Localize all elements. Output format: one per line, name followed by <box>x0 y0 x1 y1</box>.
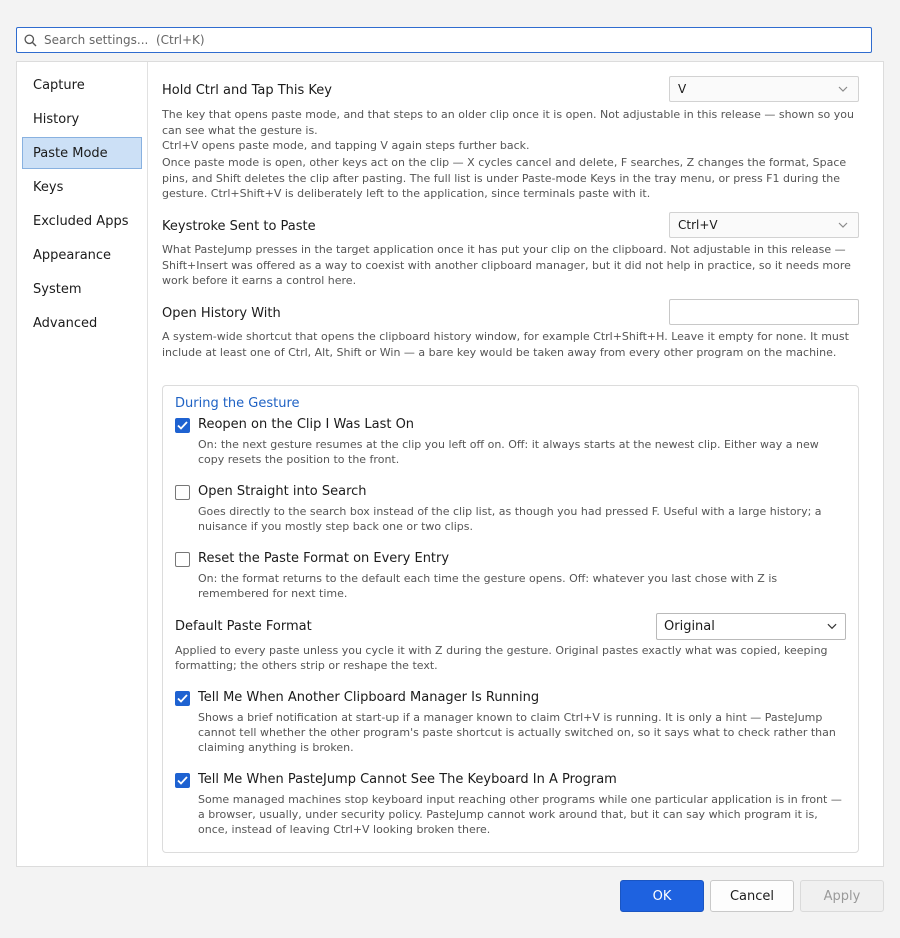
sidebar-item-label: Capture <box>33 77 85 93</box>
sidebar-item-system[interactable]: System <box>22 273 142 305</box>
hold-key-value: V <box>678 82 687 96</box>
hold-key-description: The key that opens paste mode, and that … <box>162 108 854 137</box>
sidebar: Capture History Paste Mode Keys Excluded… <box>17 62 148 866</box>
sidebar-item-capture[interactable]: Capture <box>22 69 142 101</box>
reopen-last-clip-checkbox[interactable] <box>175 418 190 433</box>
keystroke-title: Keystroke Sent to Paste <box>162 219 316 234</box>
sidebar-item-appearance[interactable]: Appearance <box>22 239 142 271</box>
sidebar-item-label: Paste Mode <box>33 145 108 161</box>
paste-mode-keys-description: Once paste mode is open, other keys act … <box>162 156 847 200</box>
reset-format-checkbox[interactable] <box>175 552 190 567</box>
reopen-last-clip-label: Reopen on the Clip I Was Last On <box>198 417 415 432</box>
checkmark-icon <box>177 776 188 785</box>
checkmark-icon <box>177 421 188 430</box>
open-history-title: Open History With <box>162 306 281 321</box>
search-input[interactable] <box>43 29 871 51</box>
chevron-down-icon <box>827 622 837 632</box>
open-into-search-label: Open Straight into Search <box>198 484 367 499</box>
reset-format-description: On: the format returns to the default ea… <box>198 572 778 600</box>
other-manager-notice-checkbox[interactable] <box>175 691 190 706</box>
sidebar-item-label: System <box>33 281 82 297</box>
during-gesture-group: During the Gesture Reopen on the Clip I … <box>162 385 859 853</box>
sidebar-item-advanced[interactable]: Advanced <box>22 307 142 339</box>
sidebar-item-excluded-apps[interactable]: Excluded Apps <box>22 205 142 237</box>
chevron-down-icon <box>838 84 848 94</box>
open-into-search-checkbox[interactable] <box>175 485 190 500</box>
default-format-description: Applied to every paste unless you cycle … <box>175 644 828 672</box>
open-into-search-description: Goes directly to the search box instead … <box>198 505 822 533</box>
sidebar-item-label: Advanced <box>33 315 98 331</box>
keystroke-dropdown[interactable]: Ctrl+V <box>669 212 859 238</box>
sidebar-item-label: History <box>33 111 80 127</box>
hold-key-dropdown[interactable]: V <box>669 76 859 102</box>
keyboard-blocked-notice-checkbox[interactable] <box>175 773 190 788</box>
reopen-last-clip-description: On: the next gesture resumes at the clip… <box>198 438 819 466</box>
cancel-button[interactable]: Cancel <box>710 880 794 912</box>
sidebar-item-keys[interactable]: Keys <box>22 171 142 203</box>
group-title: During the Gesture <box>175 396 300 411</box>
open-history-shortcut-field[interactable] <box>669 299 859 325</box>
keyboard-blocked-notice-label: Tell Me When PasteJump Cannot See The Ke… <box>198 772 617 787</box>
ok-button[interactable]: OK <box>620 880 704 912</box>
hold-key-example: Ctrl+V opens paste mode, and tapping V a… <box>162 139 530 152</box>
reset-format-label: Reset the Paste Format on Every Entry <box>198 551 450 566</box>
default-format-dropdown[interactable]: Original <box>656 613 846 640</box>
keystroke-description: What PasteJump presses in the target app… <box>162 243 851 287</box>
settings-panel: Capture History Paste Mode Keys Excluded… <box>16 61 884 867</box>
other-manager-notice-description: Shows a brief notification at start-up i… <box>198 711 836 754</box>
open-history-description: A system-wide shortcut that opens the cl… <box>162 330 849 359</box>
default-format-value: Original <box>664 619 715 634</box>
checkmark-icon <box>177 694 188 703</box>
sidebar-item-paste-mode[interactable]: Paste Mode <box>22 137 142 169</box>
hold-key-title: Hold Ctrl and Tap This Key <box>162 83 332 98</box>
sidebar-item-label: Excluded Apps <box>33 213 129 229</box>
chevron-down-icon <box>838 220 848 230</box>
keyboard-blocked-notice-description: Some managed machines stop keyboard inpu… <box>198 793 842 836</box>
sidebar-item-label: Appearance <box>33 247 112 263</box>
sidebar-item-label: Keys <box>33 179 64 195</box>
other-manager-notice-label: Tell Me When Another Clipboard Manager I… <box>198 690 540 705</box>
search-icon <box>17 28 43 52</box>
apply-button[interactable]: Apply <box>800 880 884 912</box>
content-pane: Hold Ctrl and Tap This Key V The key tha… <box>148 62 883 866</box>
search-box[interactable] <box>16 27 872 53</box>
keystroke-value: Ctrl+V <box>678 218 718 232</box>
sidebar-item-history[interactable]: History <box>22 103 142 135</box>
default-format-label: Default Paste Format <box>175 619 312 634</box>
